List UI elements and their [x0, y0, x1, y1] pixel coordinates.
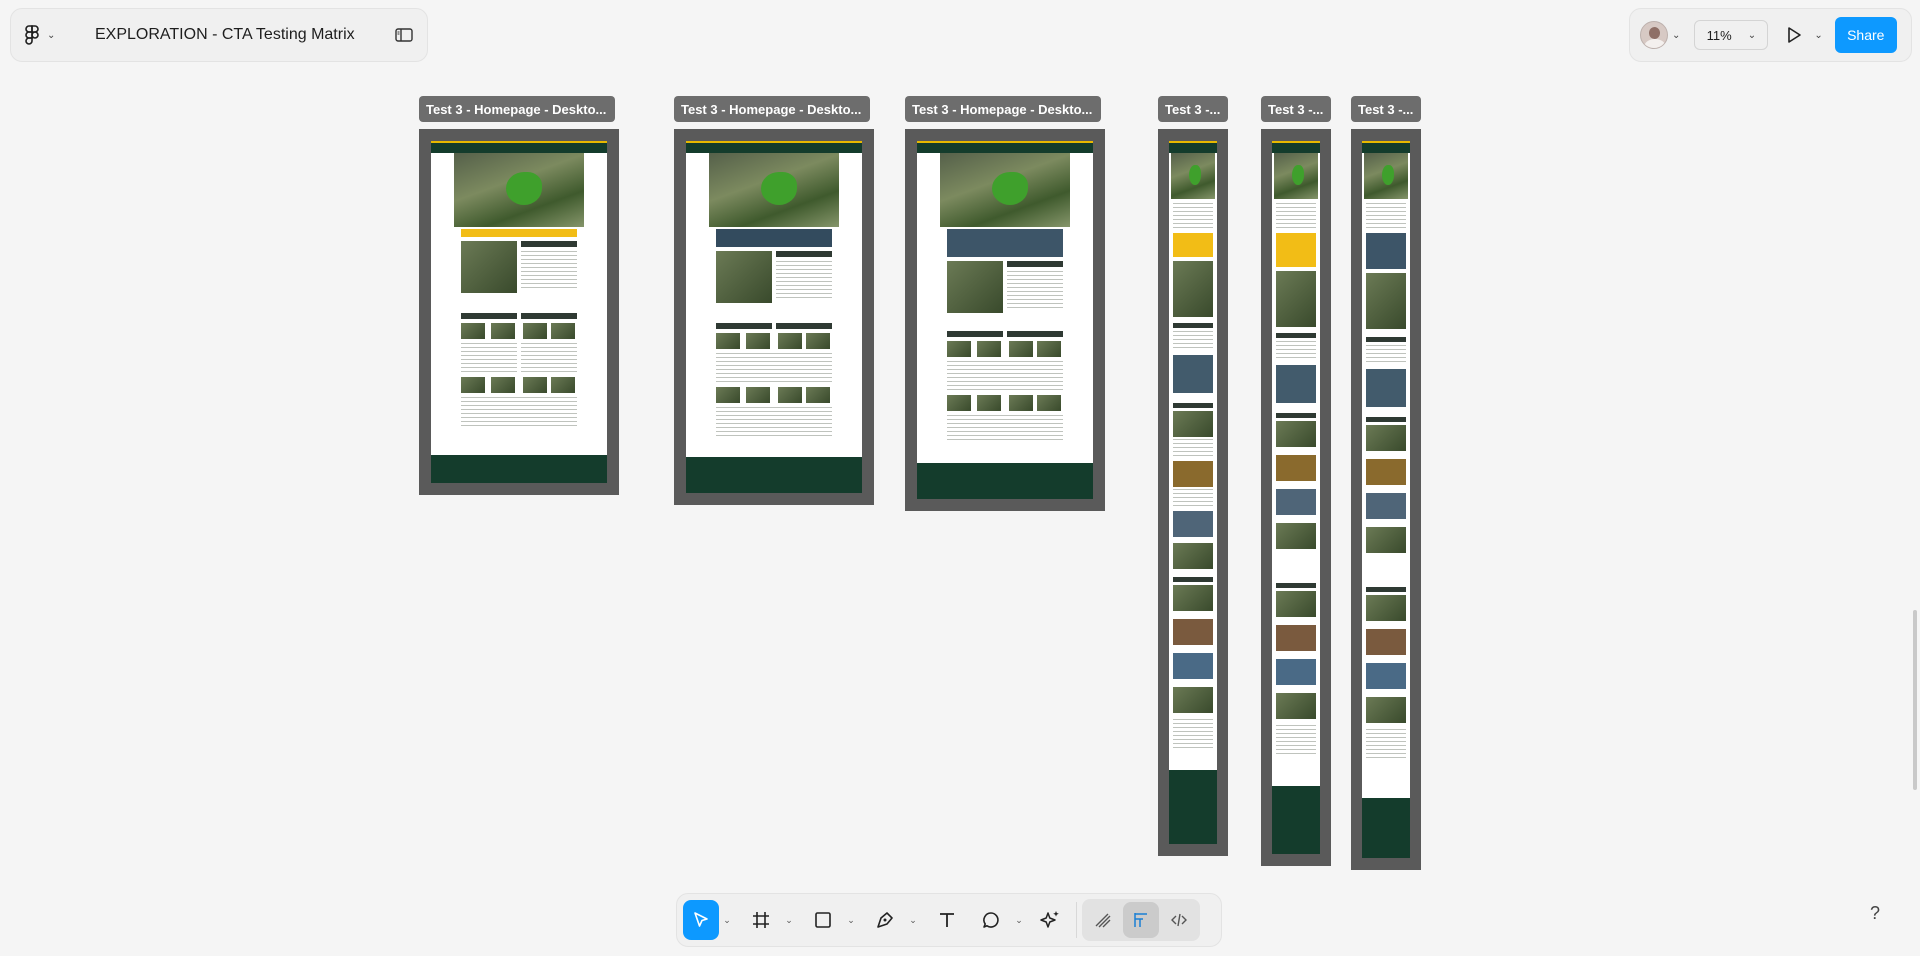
chevron-down-icon[interactable]: ⌄ [1011, 915, 1027, 926]
vertical-scrollbar[interactable] [1913, 610, 1917, 790]
site-preview [917, 141, 1093, 499]
chevron-down-icon[interactable]: ⌄ [719, 915, 735, 926]
site-preview [686, 141, 862, 493]
figma-logo-icon [25, 25, 39, 45]
comment-icon [981, 910, 1001, 930]
bottom-toolbar: ⌄ ⌄ ⌄ ⌄ ⌄ [676, 893, 1222, 947]
frame-label[interactable]: Test 3 - Homepage - Deskto... [905, 96, 1101, 122]
frame-label[interactable]: Test 3 - Homepage - Deskto... [419, 96, 615, 122]
chevron-down-icon: ⌄ [1747, 29, 1757, 41]
design-mode-button[interactable] [1123, 902, 1159, 938]
frame-label[interactable]: Test 3 -... [1158, 96, 1228, 122]
frame-mobile-1[interactable] [1158, 129, 1228, 856]
chevron-down-icon: ⌄ [1814, 29, 1823, 41]
share-button[interactable]: Share [1834, 17, 1897, 53]
frame-tool-button[interactable] [741, 900, 781, 940]
frame-label[interactable]: Test 3 -... [1261, 96, 1331, 122]
pen-icon [875, 910, 895, 930]
zoom-level: 11% [1706, 27, 1732, 43]
frame-label[interactable]: Test 3 -... [1351, 96, 1421, 122]
toolbar-divider [1076, 902, 1077, 938]
user-menu[interactable]: ⌄ [1640, 21, 1680, 49]
site-preview [1169, 141, 1217, 844]
frame-mobile-3[interactable] [1351, 129, 1421, 870]
frame-desktop-1[interactable] [419, 129, 619, 495]
top-right-panel: ⌄ 11% ⌄ ⌄ Share [1629, 8, 1912, 62]
move-tool-button[interactable] [683, 900, 719, 940]
sidebar-toggle-icon[interactable] [395, 28, 413, 42]
frame-icon [751, 910, 771, 930]
file-panel: ⌄ EXPLORATION - CTA Testing Matrix [10, 8, 428, 62]
cursor-icon [691, 910, 711, 930]
pen-tool-button[interactable] [865, 900, 905, 940]
chevron-down-icon[interactable]: ⌄ [781, 915, 797, 926]
frame-mobile-2[interactable] [1261, 129, 1331, 866]
sparkle-icon [1040, 909, 1062, 931]
code-icon [1170, 911, 1188, 929]
frame-desktop-3[interactable] [905, 129, 1105, 511]
draw-icon [1094, 911, 1112, 929]
zoom-dropdown[interactable]: 11% ⌄ [1694, 20, 1769, 50]
file-title[interactable]: EXPLORATION - CTA Testing Matrix [95, 26, 395, 44]
chevron-down-icon[interactable]: ⌄ [843, 915, 859, 926]
dev-mode-button[interactable] [1161, 902, 1197, 938]
play-icon [1786, 26, 1802, 44]
chevron-down-icon: ⌄ [1672, 29, 1681, 41]
mode-switcher [1082, 899, 1200, 941]
avatar [1640, 21, 1668, 49]
help-button[interactable]: ? [1870, 903, 1880, 924]
text-tool-button[interactable] [927, 900, 967, 940]
frame-label[interactable]: Test 3 - Homepage - Deskto... [674, 96, 870, 122]
site-preview [1272, 141, 1320, 854]
main-menu-button[interactable]: ⌄ [25, 25, 73, 45]
rectangle-icon [813, 910, 833, 930]
text-icon [937, 910, 957, 930]
actions-button[interactable] [1031, 900, 1071, 940]
comment-tool-button[interactable] [971, 900, 1011, 940]
present-button[interactable]: ⌄ [1786, 26, 1823, 44]
design-icon [1132, 911, 1150, 929]
chevron-down-icon[interactable]: ⌄ [905, 915, 921, 926]
draw-mode-button[interactable] [1085, 902, 1121, 938]
shape-tool-button[interactable] [803, 900, 843, 940]
chevron-down-icon: ⌄ [47, 29, 56, 41]
site-preview [1362, 141, 1410, 858]
frame-desktop-2[interactable] [674, 129, 874, 505]
site-preview [431, 141, 607, 483]
